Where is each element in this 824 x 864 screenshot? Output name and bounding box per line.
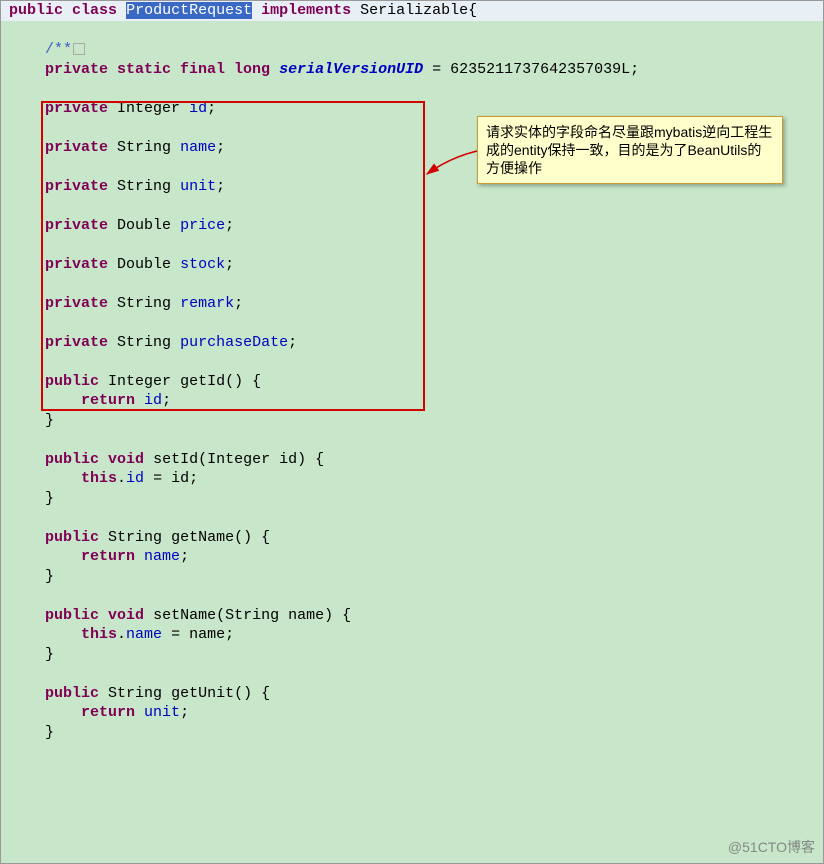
annotation-note: 请求实体的字段命名尽量跟mybatis逆向工程生成的entity保持一致，目的是…: [477, 116, 783, 184]
method-sig: public void setId(Integer id) {: [1, 450, 823, 470]
blank-line: [1, 586, 823, 606]
annotation-text: 请求实体的字段命名尽量跟mybatis逆向工程生成的entity保持一致，目的是…: [486, 124, 772, 176]
blank-line: [1, 274, 823, 294]
fold-icon[interactable]: [73, 43, 85, 55]
keyword-public: public: [9, 2, 63, 19]
method-body: return id;: [1, 391, 823, 411]
blank-line: [1, 196, 823, 216]
blank-line: [1, 664, 823, 684]
keyword-class: class: [72, 2, 117, 19]
blank-line: [1, 352, 823, 372]
javadoc-comment: /**: [1, 40, 823, 60]
field-line: private Double stock;: [1, 255, 823, 275]
method-body: return unit;: [1, 703, 823, 723]
field-line: private String purchaseDate;: [1, 333, 823, 353]
method-body: return name;: [1, 547, 823, 567]
blank-line: [1, 430, 823, 450]
class-declaration: public class ProductRequest implements S…: [1, 1, 823, 21]
interface-name: Serializable: [360, 2, 468, 19]
brace-close: }: [1, 489, 823, 509]
method-body: this.name = name;: [1, 625, 823, 645]
method-sig: public Integer getId() {: [1, 372, 823, 392]
method-sig: public void setName(String name) {: [1, 606, 823, 626]
watermark: @51CTO博客: [728, 837, 815, 857]
brace-close: }: [1, 567, 823, 587]
field-line: private String remark;: [1, 294, 823, 314]
keyword-implements: implements: [261, 2, 351, 19]
method-sig: public String getUnit() {: [1, 684, 823, 704]
brace-close: }: [1, 645, 823, 665]
class-name-selected[interactable]: ProductRequest: [126, 2, 252, 19]
method-sig: public String getName() {: [1, 528, 823, 548]
method-body: this.id = id;: [1, 469, 823, 489]
code-editor: public class ProductRequest implements S…: [0, 0, 824, 864]
blank-line: [1, 79, 823, 99]
brace-close: }: [1, 411, 823, 431]
field-line: private Double price;: [1, 216, 823, 236]
blank-line: [1, 21, 823, 41]
brace-close: }: [1, 723, 823, 743]
blank-line: [1, 313, 823, 333]
brace-open: {: [468, 2, 477, 19]
blank-line: [1, 235, 823, 255]
blank-line: [1, 508, 823, 528]
serial-version-line: private static final long serialVersionU…: [1, 60, 823, 80]
